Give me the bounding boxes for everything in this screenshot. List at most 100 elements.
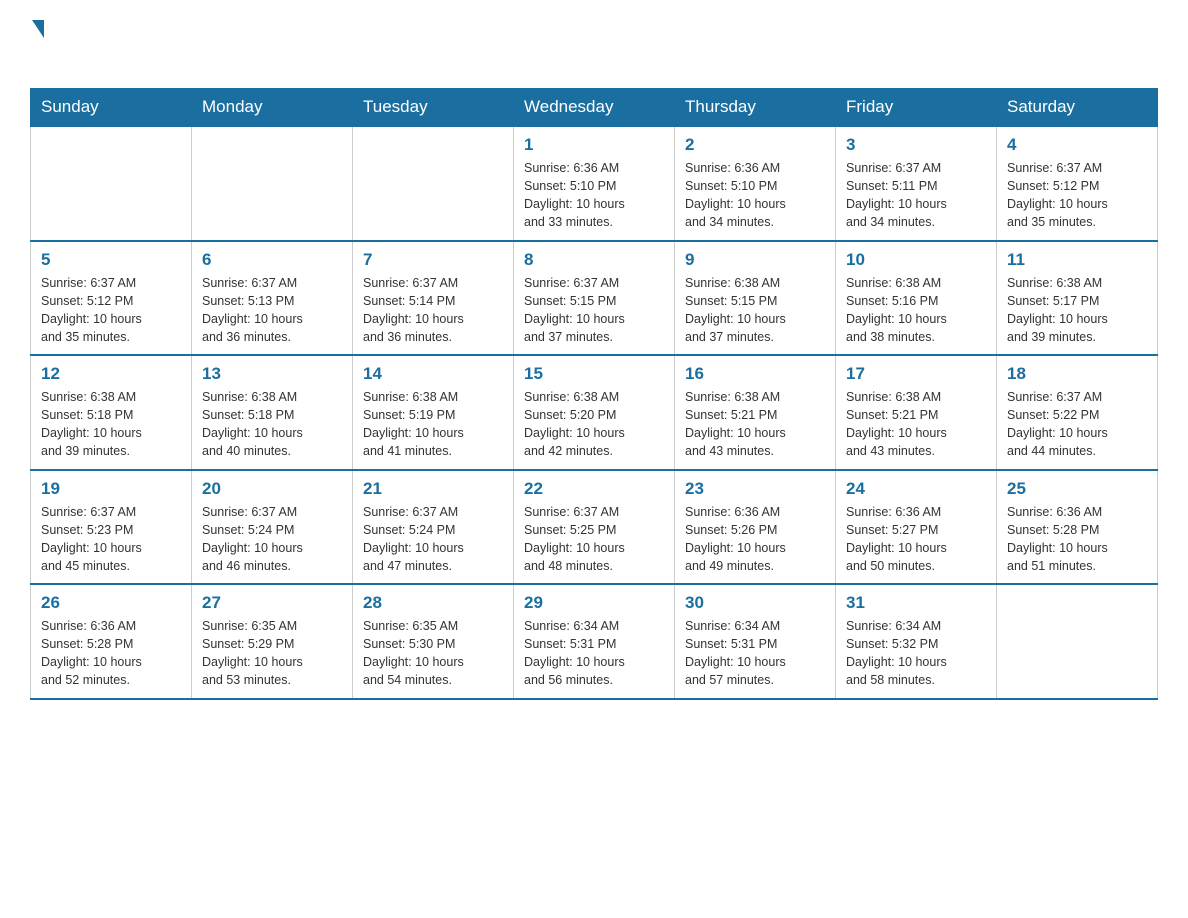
week-row-5: 26 Sunrise: 6:36 AMSunset: 5:28 PMDayligh…: [31, 584, 1158, 699]
day-cell-29: 29 Sunrise: 6:34 AMSunset: 5:31 PMDayligh…: [514, 584, 675, 699]
day-info: Sunrise: 6:36 AMSunset: 5:28 PMDaylight:…: [1007, 503, 1147, 576]
day-info: Sunrise: 6:38 AMSunset: 5:21 PMDaylight:…: [846, 388, 986, 461]
day-cell-10: 10 Sunrise: 6:38 AMSunset: 5:16 PMDayligh…: [836, 241, 997, 356]
week-row-2: 5 Sunrise: 6:37 AMSunset: 5:12 PMDaylight…: [31, 241, 1158, 356]
day-number: 9: [685, 250, 825, 270]
day-info: Sunrise: 6:35 AMSunset: 5:29 PMDaylight:…: [202, 617, 342, 690]
empty-cell: [997, 584, 1158, 699]
calendar-table: SundayMondayTuesdayWednesdayThursdayFrid…: [30, 88, 1158, 700]
day-cell-20: 20 Sunrise: 6:37 AMSunset: 5:24 PMDayligh…: [192, 470, 353, 585]
day-cell-14: 14 Sunrise: 6:38 AMSunset: 5:19 PMDayligh…: [353, 355, 514, 470]
day-info: Sunrise: 6:37 AMSunset: 5:14 PMDaylight:…: [363, 274, 503, 347]
day-number: 30: [685, 593, 825, 613]
day-cell-28: 28 Sunrise: 6:35 AMSunset: 5:30 PMDayligh…: [353, 584, 514, 699]
day-cell-1: 1Sunrise: 6:36 AMSunset: 5:10 PMDaylight…: [514, 126, 675, 241]
day-number: 25: [1007, 479, 1147, 499]
day-number: 23: [685, 479, 825, 499]
day-number: 27: [202, 593, 342, 613]
day-info: Sunrise: 6:38 AMSunset: 5:21 PMDaylight:…: [685, 388, 825, 461]
day-info: Sunrise: 6:38 AMSunset: 5:19 PMDaylight:…: [363, 388, 503, 461]
day-info: Sunrise: 6:38 AMSunset: 5:15 PMDaylight:…: [685, 274, 825, 347]
day-cell-24: 24Sunrise: 6:36 AMSunset: 5:27 PMDayligh…: [836, 470, 997, 585]
day-info: Sunrise: 6:36 AMSunset: 5:27 PMDaylight:…: [846, 503, 986, 576]
day-info: Sunrise: 6:38 AMSunset: 5:16 PMDaylight:…: [846, 274, 986, 347]
day-info: Sunrise: 6:37 AMSunset: 5:22 PMDaylight:…: [1007, 388, 1147, 461]
day-cell-7: 7 Sunrise: 6:37 AMSunset: 5:14 PMDaylight…: [353, 241, 514, 356]
day-info: Sunrise: 6:34 AMSunset: 5:31 PMDaylight:…: [524, 617, 664, 690]
weekday-header-row: SundayMondayTuesdayWednesdayThursdayFrid…: [31, 89, 1158, 127]
day-info: Sunrise: 6:37 AMSunset: 5:24 PMDaylight:…: [363, 503, 503, 576]
day-cell-16: 16Sunrise: 6:38 AMSunset: 5:21 PMDayligh…: [675, 355, 836, 470]
day-info: Sunrise: 6:38 AMSunset: 5:20 PMDaylight:…: [524, 388, 664, 461]
day-info: Sunrise: 6:37 AMSunset: 5:23 PMDaylight:…: [41, 503, 181, 576]
day-number: 4: [1007, 135, 1147, 155]
weekday-header-thursday: Thursday: [675, 89, 836, 127]
day-number: 22: [524, 479, 664, 499]
day-number: 6: [202, 250, 342, 270]
day-cell-21: 21 Sunrise: 6:37 AMSunset: 5:24 PMDayligh…: [353, 470, 514, 585]
day-info: Sunrise: 6:34 AMSunset: 5:32 PMDaylight:…: [846, 617, 986, 690]
page-header: [30, 20, 1158, 72]
weekday-header-friday: Friday: [836, 89, 997, 127]
day-cell-19: 19 Sunrise: 6:37 AMSunset: 5:23 PMDayligh…: [31, 470, 192, 585]
day-number: 19: [41, 479, 181, 499]
day-info: Sunrise: 6:37 AMSunset: 5:12 PMDaylight:…: [41, 274, 181, 347]
day-number: 31: [846, 593, 986, 613]
weekday-header-sunday: Sunday: [31, 89, 192, 127]
day-cell-15: 15Sunrise: 6:38 AMSunset: 5:20 PMDayligh…: [514, 355, 675, 470]
weekday-header-wednesday: Wednesday: [514, 89, 675, 127]
day-info: Sunrise: 6:36 AMSunset: 5:26 PMDaylight:…: [685, 503, 825, 576]
day-number: 14: [363, 364, 503, 384]
day-number: 29: [524, 593, 664, 613]
day-number: 28: [363, 593, 503, 613]
day-info: Sunrise: 6:37 AMSunset: 5:24 PMDaylight:…: [202, 503, 342, 576]
day-number: 21: [363, 479, 503, 499]
day-cell-6: 6 Sunrise: 6:37 AMSunset: 5:13 PMDaylight…: [192, 241, 353, 356]
day-cell-12: 12 Sunrise: 6:38 AMSunset: 5:18 PMDayligh…: [31, 355, 192, 470]
day-info: Sunrise: 6:36 AMSunset: 5:10 PMDaylight:…: [685, 159, 825, 232]
day-number: 8: [524, 250, 664, 270]
day-info: Sunrise: 6:37 AMSunset: 5:11 PMDaylight:…: [846, 159, 986, 232]
day-info: Sunrise: 6:35 AMSunset: 5:30 PMDaylight:…: [363, 617, 503, 690]
day-cell-2: 2 Sunrise: 6:36 AMSunset: 5:10 PMDaylight…: [675, 126, 836, 241]
day-info: Sunrise: 6:36 AMSunset: 5:28 PMDaylight:…: [41, 617, 181, 690]
day-info: Sunrise: 6:37 AMSunset: 5:12 PMDaylight:…: [1007, 159, 1147, 232]
day-number: 13: [202, 364, 342, 384]
day-cell-30: 30 Sunrise: 6:34 AMSunset: 5:31 PMDayligh…: [675, 584, 836, 699]
day-number: 1: [524, 135, 664, 155]
calendar-body: 1 Sunrise: 6:36 AMSunset: 5:10 PMDaylight…: [31, 126, 1158, 699]
day-cell-11: 11 Sunrise: 6:38 AMSunset: 5:17 PMDayligh…: [997, 241, 1158, 356]
day-number: 12: [41, 364, 181, 384]
day-cell-18: 18Sunrise: 6:37 AMSunset: 5:22 PMDayligh…: [997, 355, 1158, 470]
week-row-1: 1 Sunrise: 6:36 AMSunset: 5:10 PMDaylight…: [31, 126, 1158, 241]
day-number: 11: [1007, 250, 1147, 270]
day-number: 2: [685, 135, 825, 155]
day-info: Sunrise: 6:34 AMSunset: 5:31 PMDaylight:…: [685, 617, 825, 690]
day-cell-13: 13Sunrise: 6:38 AMSunset: 5:18 PMDayligh…: [192, 355, 353, 470]
day-number: 3: [846, 135, 986, 155]
day-cell-25: 25 Sunrise: 6:36 AMSunset: 5:28 PMDayligh…: [997, 470, 1158, 585]
day-number: 10: [846, 250, 986, 270]
week-row-4: 19 Sunrise: 6:37 AMSunset: 5:23 PMDayligh…: [31, 470, 1158, 585]
day-info: Sunrise: 6:37 AMSunset: 5:13 PMDaylight:…: [202, 274, 342, 347]
day-cell-17: 17 Sunrise: 6:38 AMSunset: 5:21 PMDayligh…: [836, 355, 997, 470]
day-info: Sunrise: 6:37 AMSunset: 5:25 PMDaylight:…: [524, 503, 664, 576]
day-cell-5: 5 Sunrise: 6:37 AMSunset: 5:12 PMDaylight…: [31, 241, 192, 356]
weekday-header-monday: Monday: [192, 89, 353, 127]
day-info: Sunrise: 6:37 AMSunset: 5:15 PMDaylight:…: [524, 274, 664, 347]
day-number: 20: [202, 479, 342, 499]
day-number: 5: [41, 250, 181, 270]
day-cell-4: 4 Sunrise: 6:37 AMSunset: 5:12 PMDaylight…: [997, 126, 1158, 241]
day-number: 17: [846, 364, 986, 384]
logo: [30, 20, 50, 72]
day-number: 26: [41, 593, 181, 613]
day-cell-23: 23 Sunrise: 6:36 AMSunset: 5:26 PMDayligh…: [675, 470, 836, 585]
empty-cell: [353, 126, 514, 241]
day-cell-27: 27 Sunrise: 6:35 AMSunset: 5:29 PMDayligh…: [192, 584, 353, 699]
calendar-header: SundayMondayTuesdayWednesdayThursdayFrid…: [31, 89, 1158, 127]
day-number: 7: [363, 250, 503, 270]
day-info: Sunrise: 6:38 AMSunset: 5:17 PMDaylight:…: [1007, 274, 1147, 347]
day-info: Sunrise: 6:38 AMSunset: 5:18 PMDaylight:…: [41, 388, 181, 461]
week-row-3: 12 Sunrise: 6:38 AMSunset: 5:18 PMDayligh…: [31, 355, 1158, 470]
day-cell-8: 8 Sunrise: 6:37 AMSunset: 5:15 PMDaylight…: [514, 241, 675, 356]
